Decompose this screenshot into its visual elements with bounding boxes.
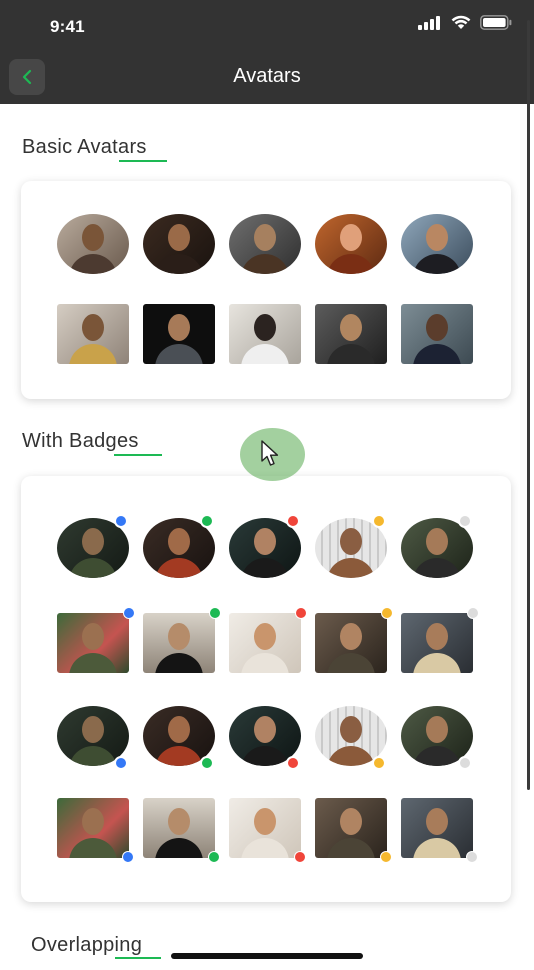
- nav-bar: Avatars: [0, 52, 534, 104]
- avatar[interactable]: [315, 514, 387, 578]
- avatar[interactable]: [229, 514, 301, 578]
- section-title-with-badges: With Badges: [22, 430, 139, 452]
- badge-avatar-row: [57, 607, 479, 673]
- home-indicator[interactable]: [171, 953, 363, 959]
- status-bar: 9:41: [0, 0, 534, 52]
- avatar[interactable]: [229, 706, 301, 770]
- status-badge: [372, 756, 386, 770]
- status-badge: [286, 756, 300, 770]
- avatar[interactable]: [143, 607, 221, 673]
- status-badge: [200, 514, 214, 528]
- avatar[interactable]: [143, 214, 215, 274]
- avatar[interactable]: [315, 706, 387, 770]
- section-title-basic-avatars: Basic Avatars: [22, 136, 147, 158]
- cursor-icon: [261, 440, 279, 466]
- battery-icon: [480, 15, 512, 30]
- status-badge: [122, 851, 134, 863]
- avatar[interactable]: [57, 214, 129, 274]
- badge-avatar-row: [57, 514, 473, 578]
- status-badge: [294, 851, 306, 863]
- status-icons: [418, 15, 512, 30]
- square-avatar-row: [57, 304, 473, 364]
- status-time: 9:41: [50, 17, 85, 36]
- status-badge: [381, 607, 393, 619]
- status-badge: [467, 607, 479, 619]
- badge-avatar-row: [57, 706, 473, 770]
- cellular-signal-icon: [418, 15, 440, 30]
- status-badge: [380, 851, 392, 863]
- avatar[interactable]: [315, 304, 387, 364]
- avatar[interactable]: [229, 798, 306, 863]
- status-badge: [372, 514, 386, 528]
- avatar[interactable]: [57, 607, 135, 673]
- scrollbar[interactable]: [527, 20, 530, 790]
- avatar[interactable]: [229, 214, 301, 274]
- avatar[interactable]: [229, 304, 301, 364]
- avatar[interactable]: [401, 304, 473, 364]
- status-badge: [200, 756, 214, 770]
- avatar[interactable]: [315, 214, 387, 274]
- avatar[interactable]: [401, 607, 479, 673]
- badge-avatars-card: [21, 476, 511, 902]
- section-underline: [115, 957, 161, 959]
- status-badge: [208, 851, 220, 863]
- touch-indicator: [240, 428, 305, 481]
- circle-avatar-row: [57, 214, 473, 274]
- avatar[interactable]: [315, 798, 392, 863]
- badge-avatar-row: [57, 798, 478, 863]
- avatar[interactable]: [401, 798, 478, 863]
- avatar[interactable]: [401, 706, 473, 770]
- status-badge: [458, 756, 472, 770]
- section-underline: [119, 160, 167, 162]
- avatar[interactable]: [401, 514, 473, 578]
- status-badge: [466, 851, 478, 863]
- basic-avatars-card: [21, 181, 511, 399]
- avatar[interactable]: [57, 798, 134, 863]
- status-badge: [114, 756, 128, 770]
- section-title-overlapping: Overlapping: [31, 934, 143, 956]
- wifi-icon: [451, 15, 471, 29]
- page-title: Avatars: [233, 65, 301, 87]
- status-badge: [209, 607, 221, 619]
- avatar[interactable]: [143, 514, 215, 578]
- section-underline: [114, 454, 162, 456]
- avatar[interactable]: [57, 304, 129, 364]
- status-badge: [114, 514, 128, 528]
- status-badge: [295, 607, 307, 619]
- status-badge: [123, 607, 135, 619]
- avatar[interactable]: [143, 304, 215, 364]
- avatar[interactable]: [57, 514, 129, 578]
- avatar[interactable]: [57, 706, 129, 770]
- avatar[interactable]: [229, 607, 307, 673]
- status-badge: [286, 514, 300, 528]
- avatar[interactable]: [401, 214, 473, 274]
- avatar[interactable]: [315, 607, 393, 673]
- avatar[interactable]: [143, 798, 220, 863]
- status-badge: [458, 514, 472, 528]
- avatar[interactable]: [143, 706, 215, 770]
